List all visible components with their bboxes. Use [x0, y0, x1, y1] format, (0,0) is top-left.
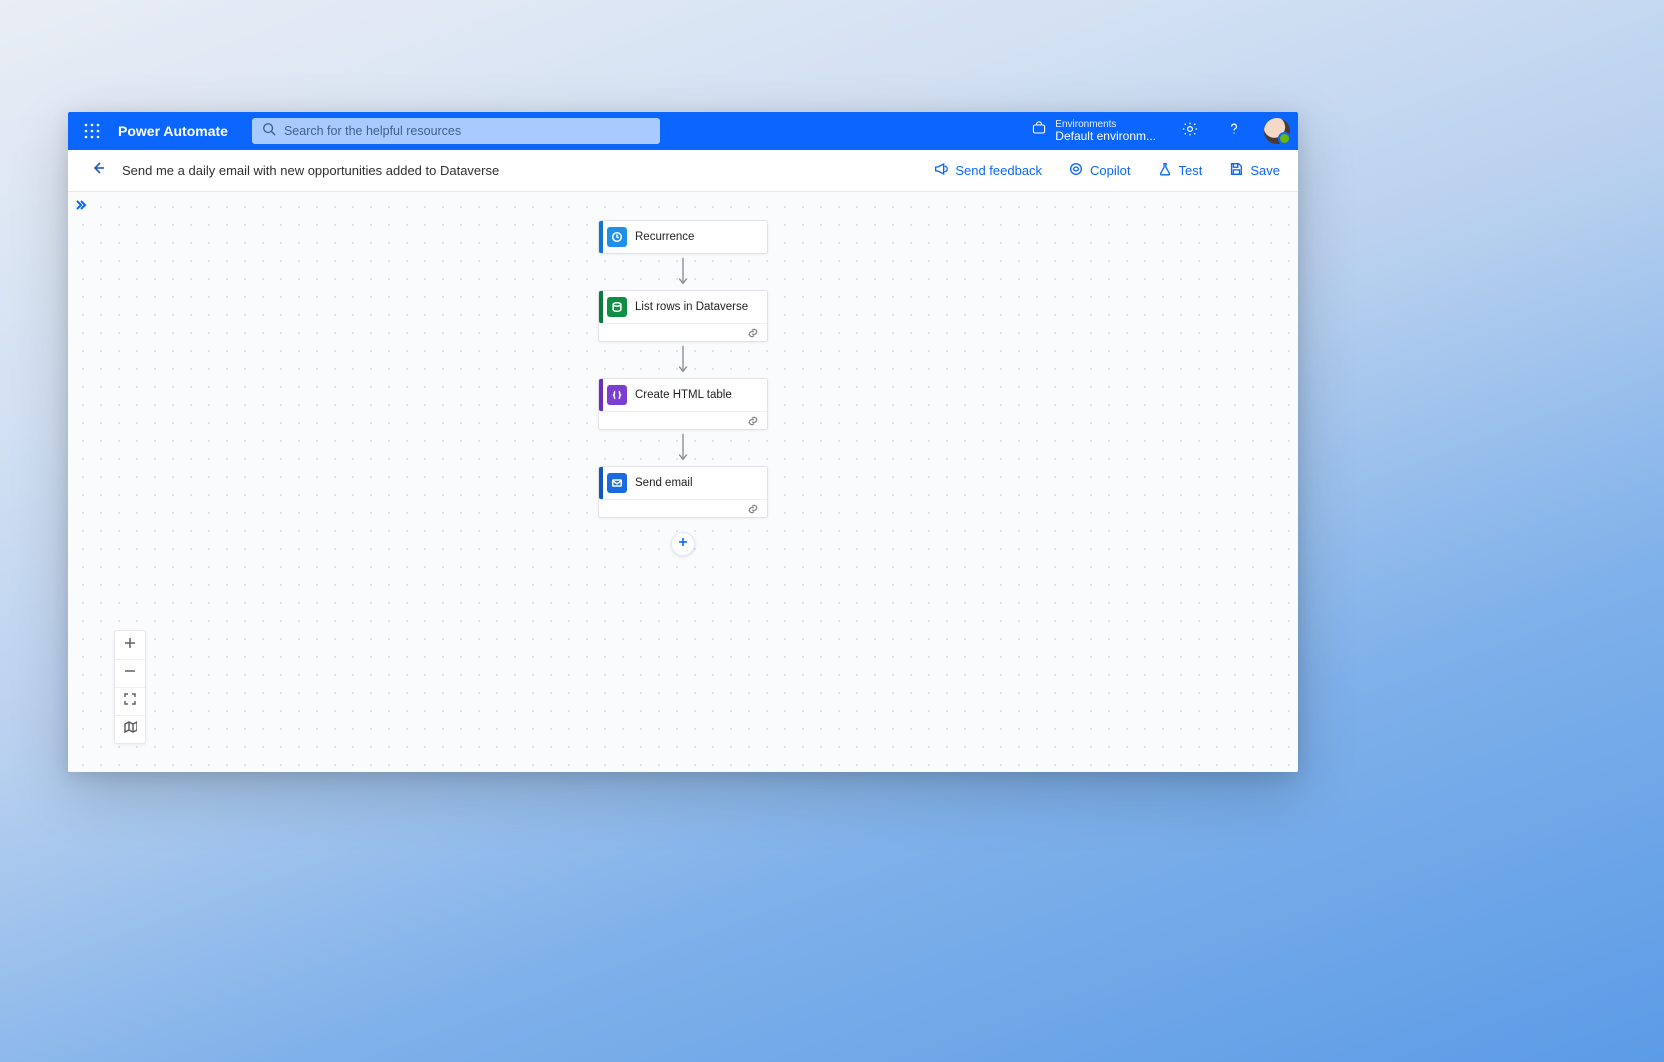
environment-label: Environments: [1055, 119, 1156, 130]
flow-arrow: [598, 254, 768, 290]
environment-icon: [1031, 121, 1047, 142]
flask-icon: [1157, 161, 1173, 180]
plus-icon: [677, 535, 689, 553]
flow-step[interactable]: Create HTML table: [598, 378, 768, 430]
left-rail: [68, 192, 88, 772]
save-button[interactable]: Save: [1220, 157, 1288, 184]
gear-icon: [1182, 121, 1198, 142]
plus-icon: [123, 636, 137, 655]
send-feedback-button[interactable]: Send feedback: [925, 157, 1050, 184]
flow-arrow: [598, 342, 768, 378]
braces-icon: [607, 385, 627, 405]
flow-step[interactable]: Recurrence: [598, 220, 768, 254]
flow-step-label: Send email: [635, 477, 693, 489]
test-label: Test: [1179, 163, 1203, 178]
flow-step[interactable]: List rows in Dataverse: [598, 290, 768, 342]
send-feedback-label: Send feedback: [955, 163, 1042, 178]
flow-step-label: List rows in Dataverse: [635, 301, 748, 313]
copilot-icon: [1068, 161, 1084, 180]
brand-label: Power Automate: [118, 123, 228, 139]
dataverse-icon: [607, 297, 627, 317]
environment-name: Default environm...: [1055, 130, 1156, 143]
fit-view-button[interactable]: [115, 687, 145, 715]
connection-icon: [747, 414, 759, 432]
fit-icon: [123, 692, 137, 711]
flow-title: Send me a daily email with new opportuni…: [122, 163, 499, 178]
node-accent: [599, 467, 603, 499]
zoom-toolbox: [114, 630, 146, 744]
connection-icon: [747, 502, 759, 520]
mail-icon: [607, 473, 627, 493]
flow-step-label: Recurrence: [635, 231, 694, 243]
avatar[interactable]: [1264, 118, 1290, 144]
app-window: Power Automate Environments Default envi…: [68, 112, 1298, 772]
node-accent: [599, 221, 603, 253]
arrow-left-icon: [90, 160, 106, 181]
zoom-in-button[interactable]: [115, 631, 145, 659]
search-input[interactable]: [252, 118, 660, 144]
node-footer: [599, 323, 767, 341]
copilot-label: Copilot: [1090, 163, 1130, 178]
chevron-double-right-icon: [75, 198, 87, 216]
node-accent: [599, 291, 603, 323]
node-footer: [599, 411, 767, 429]
zoom-out-button[interactable]: [115, 659, 145, 687]
search-container: [252, 118, 660, 144]
search-field[interactable]: [284, 124, 650, 138]
expand-panel-button[interactable]: [72, 198, 90, 216]
help-icon: [1226, 121, 1242, 142]
command-bar: Send me a daily email with new opportuni…: [68, 150, 1298, 192]
designer-canvas[interactable]: Recurrence List rows in Dataverse Create H…: [68, 192, 1298, 772]
test-button[interactable]: Test: [1149, 157, 1211, 184]
node-footer: [599, 499, 767, 517]
flow-column: Recurrence List rows in Dataverse Create H…: [598, 220, 768, 556]
connection-icon: [747, 326, 759, 344]
flow-step[interactable]: Send email: [598, 466, 768, 518]
topbar: Power Automate Environments Default envi…: [68, 112, 1298, 150]
settings-button[interactable]: [1172, 113, 1208, 149]
app-launcher-icon[interactable]: [76, 115, 108, 147]
minus-icon: [123, 664, 137, 683]
node-accent: [599, 379, 603, 411]
back-button[interactable]: [84, 157, 112, 185]
megaphone-icon: [933, 161, 949, 180]
environment-picker[interactable]: Environments Default environm...: [1031, 119, 1156, 143]
clock-icon: [607, 227, 627, 247]
map-icon: [123, 720, 137, 739]
add-step-button[interactable]: [671, 532, 695, 556]
help-button[interactable]: [1216, 113, 1252, 149]
minimap-button[interactable]: [115, 715, 145, 743]
search-icon: [262, 122, 276, 141]
copilot-button[interactable]: Copilot: [1060, 157, 1138, 184]
save-icon: [1228, 161, 1244, 180]
save-label: Save: [1250, 163, 1280, 178]
flow-step-label: Create HTML table: [635, 389, 732, 401]
flow-arrow: [598, 430, 768, 466]
